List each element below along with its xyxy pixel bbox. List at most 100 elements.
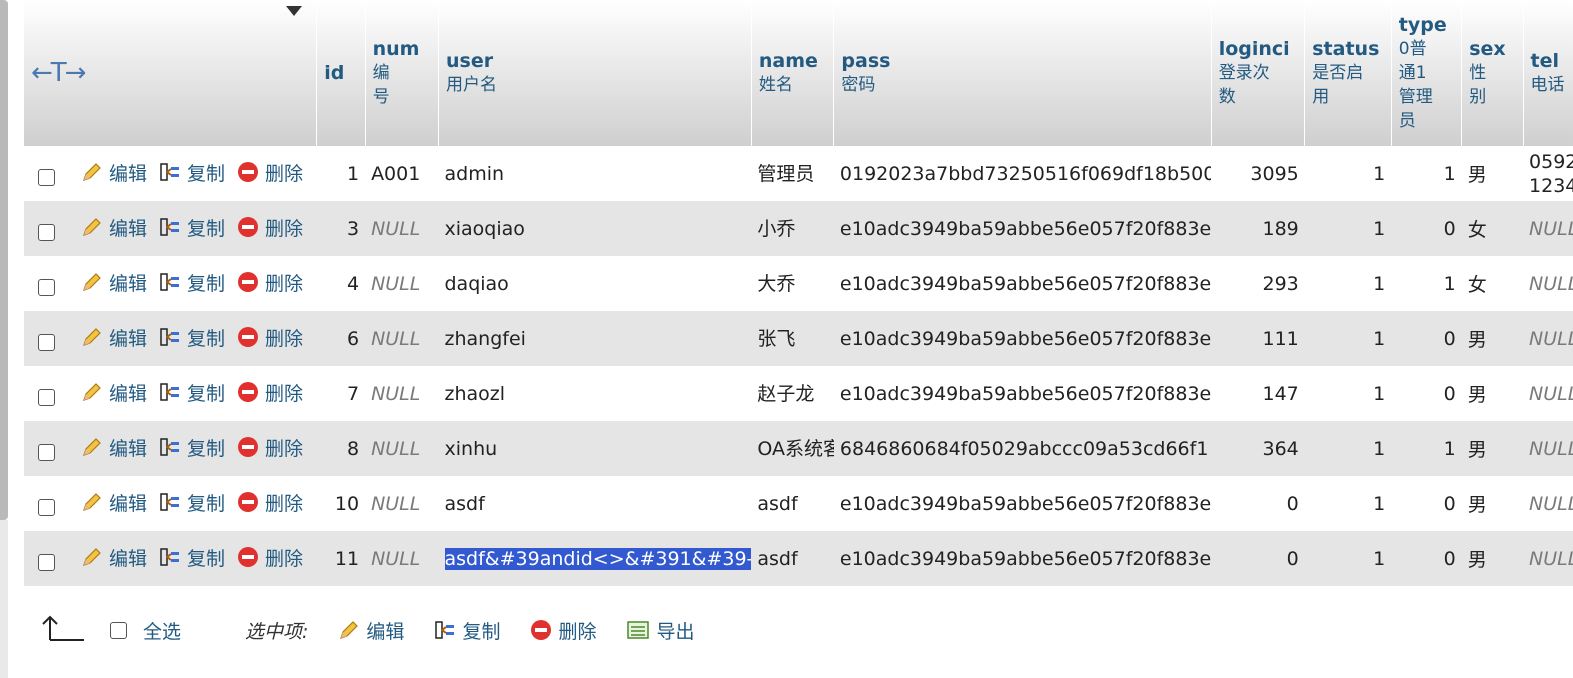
- row-copy-button[interactable]: 复制: [159, 324, 225, 351]
- cell-loginci[interactable]: 189: [1211, 201, 1305, 256]
- cell-name[interactable]: 大乔: [751, 256, 834, 311]
- row-checkbox[interactable]: [38, 224, 55, 242]
- column-header-num[interactable]: num 编 号: [365, 0, 440, 146]
- cell-name[interactable]: asdf: [751, 531, 834, 586]
- column-header-loginci[interactable]: loginci 登录次 数: [1211, 0, 1306, 146]
- cell-pass[interactable]: e10adc3949ba59abbe56e057f20f883e: [833, 311, 1212, 366]
- column-header-tel[interactable]: tel 电话: [1523, 0, 1573, 146]
- cell-type[interactable]: 0: [1391, 366, 1462, 421]
- cell-num[interactable]: NULL: [365, 311, 439, 366]
- cell-user[interactable]: zhangfei: [438, 311, 752, 366]
- column-header-type[interactable]: type 0普 通1 管理 员: [1391, 0, 1463, 146]
- row-delete-button[interactable]: 删除: [237, 214, 303, 241]
- cell-user[interactable]: xinhu: [438, 421, 752, 476]
- cell-loginci[interactable]: 111: [1211, 311, 1305, 366]
- cell-pass[interactable]: e10adc3949ba59abbe56e057f20f883e: [833, 366, 1212, 421]
- cell-sex[interactable]: 男: [1461, 146, 1524, 201]
- cell-sex[interactable]: 男: [1461, 531, 1524, 586]
- row-copy-button[interactable]: 复制: [159, 379, 225, 406]
- cell-id[interactable]: 11: [316, 531, 366, 586]
- row-checkbox[interactable]: [38, 389, 55, 407]
- cell-tel[interactable]: NULL: [1523, 311, 1573, 366]
- cell-loginci[interactable]: 0: [1211, 531, 1305, 586]
- cell-sex[interactable]: 男: [1461, 311, 1524, 366]
- cell-user[interactable]: xiaoqiao: [438, 201, 752, 256]
- cell-loginci[interactable]: 0: [1211, 476, 1305, 531]
- cell-name[interactable]: OA系统客服: [751, 421, 834, 476]
- cell-tel[interactable]: NULL: [1523, 256, 1573, 311]
- cell-tel[interactable]: NULL: [1523, 476, 1573, 531]
- cell-sex[interactable]: 男: [1461, 366, 1524, 421]
- cell-type[interactable]: 1: [1391, 256, 1462, 311]
- row-edit-button[interactable]: 编辑: [81, 379, 147, 406]
- cell-name[interactable]: 张飞: [751, 311, 834, 366]
- cell-id[interactable]: 1: [316, 146, 366, 201]
- row-edit-button[interactable]: 编辑: [81, 489, 147, 516]
- cell-num[interactable]: NULL: [365, 366, 439, 421]
- row-copy-button[interactable]: 复制: [159, 544, 225, 571]
- cell-id[interactable]: 6: [316, 311, 366, 366]
- cell-name[interactable]: 赵子龙: [751, 366, 834, 421]
- cell-id[interactable]: 8: [316, 421, 366, 476]
- cell-type[interactable]: 0: [1391, 201, 1462, 256]
- cell-sex[interactable]: 女: [1461, 201, 1524, 256]
- cell-sex[interactable]: 男: [1461, 421, 1524, 476]
- cell-type[interactable]: 0: [1391, 531, 1462, 586]
- cell-pass[interactable]: 6846860684f05029abccc09a53cd66f1: [833, 421, 1212, 476]
- cell-type[interactable]: 0: [1391, 476, 1462, 531]
- row-checkbox[interactable]: [38, 334, 55, 352]
- row-checkbox[interactable]: [38, 279, 55, 297]
- row-copy-button[interactable]: 复制: [159, 214, 225, 241]
- column-header-status[interactable]: status 是否启 用: [1304, 0, 1392, 146]
- cell-user[interactable]: daqiao: [438, 256, 752, 311]
- cell-num[interactable]: NULL: [365, 201, 439, 256]
- cell-loginci[interactable]: 364: [1211, 421, 1305, 476]
- cell-tel[interactable]: 0592 1234: [1523, 146, 1573, 201]
- row-edit-button[interactable]: 编辑: [81, 434, 147, 461]
- row-delete-button[interactable]: 删除: [237, 379, 303, 406]
- row-copy-button[interactable]: 复制: [159, 269, 225, 296]
- cell-type[interactable]: 1: [1391, 146, 1462, 201]
- row-edit-button[interactable]: 编辑: [81, 214, 147, 241]
- cell-status[interactable]: 1: [1304, 421, 1392, 476]
- cell-pass[interactable]: e10adc3949ba59abbe56e057f20f883e: [833, 476, 1212, 531]
- column-header-pass[interactable]: pass 密码: [833, 0, 1212, 146]
- cell-loginci[interactable]: 3095: [1211, 146, 1305, 201]
- cell-id[interactable]: 3: [316, 201, 366, 256]
- cell-num[interactable]: NULL: [365, 531, 439, 586]
- cell-status[interactable]: 1: [1304, 311, 1392, 366]
- cell-id[interactable]: 4: [316, 256, 366, 311]
- row-copy-button[interactable]: 复制: [159, 159, 225, 186]
- cell-pass[interactable]: e10adc3949ba59abbe56e057f20f883e: [833, 531, 1212, 586]
- cell-status[interactable]: 1: [1304, 366, 1392, 421]
- cell-user[interactable]: admin: [438, 146, 752, 201]
- column-header-sex[interactable]: sex 性 别: [1461, 0, 1524, 146]
- cell-name[interactable]: 管理员: [751, 146, 834, 201]
- cell-status[interactable]: 1: [1304, 531, 1392, 586]
- cell-tel[interactable]: NULL: [1523, 201, 1573, 256]
- select-all-link[interactable]: 全选: [143, 617, 181, 644]
- row-edit-button[interactable]: 编辑: [81, 269, 147, 296]
- cell-status[interactable]: 1: [1304, 256, 1392, 311]
- cell-loginci[interactable]: 147: [1211, 366, 1305, 421]
- cell-loginci[interactable]: 293: [1211, 256, 1305, 311]
- cell-type[interactable]: 1: [1391, 421, 1462, 476]
- cell-sex[interactable]: 女: [1461, 256, 1524, 311]
- cell-pass[interactable]: e10adc3949ba59abbe56e057f20f883e: [833, 201, 1212, 256]
- row-delete-button[interactable]: 删除: [237, 544, 303, 571]
- cell-status[interactable]: 1: [1304, 146, 1392, 201]
- row-edit-button[interactable]: 编辑: [81, 544, 147, 571]
- cell-tel[interactable]: NULL: [1523, 531, 1573, 586]
- cell-pass[interactable]: 0192023a7bbd73250516f069df18b500: [833, 146, 1212, 201]
- cell-tel[interactable]: NULL: [1523, 366, 1573, 421]
- row-checkbox[interactable]: [38, 499, 55, 517]
- vertical-scrollbar[interactable]: [0, 0, 8, 520]
- cell-status[interactable]: 1: [1304, 201, 1392, 256]
- cell-user[interactable]: zhaozl: [438, 366, 752, 421]
- cell-name[interactable]: 小乔: [751, 201, 834, 256]
- cell-sex[interactable]: 男: [1461, 476, 1524, 531]
- cell-id[interactable]: 7: [316, 366, 366, 421]
- bulk-export-button[interactable]: 导出: [626, 617, 694, 644]
- row-edit-button[interactable]: 编辑: [81, 324, 147, 351]
- cell-tel[interactable]: NULL: [1523, 421, 1573, 476]
